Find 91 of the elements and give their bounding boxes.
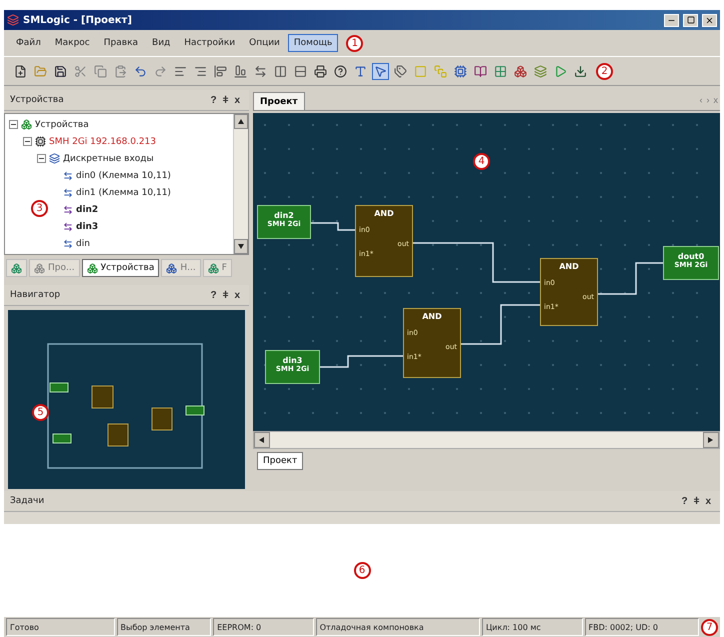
- arrow-up-icon: [237, 118, 245, 126]
- device-group-icon: [21, 119, 32, 130]
- tree-item[interactable]: din: [76, 238, 90, 248]
- menu-item[interactable]: Опции: [243, 34, 286, 52]
- maximize-icon: [686, 16, 694, 24]
- panel-tab[interactable]: Устройства: [82, 259, 160, 277]
- signal-icon: [63, 188, 73, 198]
- expander[interactable]: [37, 154, 46, 163]
- signal-icon: [63, 204, 73, 214]
- callout-marker: 3: [31, 200, 48, 217]
- signal-icon: [63, 170, 73, 180]
- arrow-down-icon: [237, 242, 245, 250]
- block-title: AND: [421, 312, 443, 321]
- arrow-right-icon: [707, 436, 715, 444]
- tree-item[interactable]: din2: [76, 204, 98, 214]
- close-button[interactable]: x: [231, 290, 243, 300]
- status-field: FBD: 0002; UD: 0: [584, 618, 700, 636]
- input-group-icon: [49, 153, 60, 164]
- arrow-left-icon: [258, 436, 266, 444]
- window-title: SMLogic - [Проект]: [23, 14, 133, 26]
- tab-icon: [208, 262, 219, 274]
- callout-marker: 5: [32, 404, 49, 421]
- tree-item[interactable]: din1 (Клемма 10,11): [76, 188, 171, 198]
- block-title: AND: [558, 262, 580, 271]
- status-field: Готово: [6, 618, 115, 636]
- app-icon: [7, 14, 19, 26]
- tree-item[interactable]: din0 (Клемма 10,11): [76, 170, 171, 180]
- tab-icon: [86, 262, 98, 274]
- align-top-icon[interactable]: [212, 62, 229, 80]
- callout-marker: 4: [473, 153, 490, 170]
- print-icon[interactable]: [312, 62, 329, 80]
- panel-title: Устройства: [10, 95, 65, 105]
- pin-button[interactable]: ǂ: [690, 496, 702, 506]
- expander[interactable]: [23, 137, 32, 146]
- tab-icon: [11, 262, 22, 274]
- status-field: Отладочная компоновка: [316, 618, 480, 636]
- callout-marker: 1: [346, 34, 364, 52]
- panel-title: Задачи: [10, 496, 46, 506]
- close-button[interactable]: x: [702, 496, 714, 506]
- help-icon[interactable]: [332, 62, 349, 80]
- document-tab[interactable]: Проект: [257, 452, 304, 470]
- wire: [598, 262, 663, 295]
- menu-item[interactable]: Файл: [10, 34, 47, 52]
- expander[interactable]: [9, 120, 18, 129]
- pin-button[interactable]: ǂ: [220, 290, 232, 300]
- controller-icon: [35, 136, 46, 147]
- document-tab[interactable]: Проект: [253, 92, 305, 110]
- signal-icon: [63, 238, 73, 248]
- tab-icon: [166, 262, 178, 274]
- tags-icon[interactable]: [392, 62, 409, 80]
- close-icon: [705, 16, 714, 24]
- status-field: EEPROM: 0: [213, 618, 314, 636]
- block-title: AND: [373, 209, 395, 218]
- pin-button[interactable]: ǂ: [220, 94, 232, 106]
- block-name: din2: [273, 211, 295, 220]
- menu-item[interactable]: Правка: [98, 34, 144, 52]
- menu-item[interactable]: Помощь: [288, 34, 338, 52]
- tree-item[interactable]: Дискретные входы: [63, 154, 154, 164]
- signal-icon: [63, 222, 73, 232]
- callout-marker: 6: [354, 562, 370, 579]
- align-bottom-icon[interactable]: [232, 62, 249, 80]
- boxes-icon[interactable]: [512, 62, 529, 80]
- tree-item[interactable]: Устройства: [35, 120, 89, 130]
- help-button[interactable]: ?: [207, 290, 220, 300]
- block-name: din3: [282, 356, 304, 365]
- status-field: Цикл: 100 мс: [482, 618, 583, 636]
- panel-title: Навигатор: [10, 290, 62, 300]
- chip-icon[interactable]: [452, 62, 469, 80]
- close-button[interactable]: [702, 14, 717, 26]
- layers-icon[interactable]: [532, 62, 549, 80]
- tree-item[interactable]: din3: [76, 222, 98, 232]
- callout-marker: 7: [701, 618, 718, 636]
- scrollbar[interactable]: [253, 431, 720, 449]
- maximize-button[interactable]: [683, 14, 698, 26]
- panel-tab[interactable]: [6, 259, 27, 277]
- close-button[interactable]: x: [231, 94, 243, 106]
- menu-item[interactable]: Настройки: [178, 34, 242, 52]
- status-field: Выбор элемента: [116, 618, 212, 636]
- tab-icon: [34, 262, 45, 274]
- tree-item[interactable]: SMH 2Gi 192.168.0.213: [49, 136, 156, 146]
- block-name: dout0: [676, 252, 706, 261]
- wire: [311, 222, 355, 231]
- callout-marker: 2: [596, 62, 613, 80]
- menu-item[interactable]: Вид: [146, 34, 176, 52]
- scrollbar[interactable]: [233, 114, 248, 254]
- help-button[interactable]: ?: [678, 496, 691, 506]
- pointer-icon[interactable]: [372, 62, 389, 80]
- help-button[interactable]: ?: [207, 94, 220, 106]
- menu-item[interactable]: Макрос: [48, 34, 96, 52]
- navigator-view[interactable]: 5: [8, 310, 245, 489]
- minimize-button[interactable]: [664, 14, 679, 26]
